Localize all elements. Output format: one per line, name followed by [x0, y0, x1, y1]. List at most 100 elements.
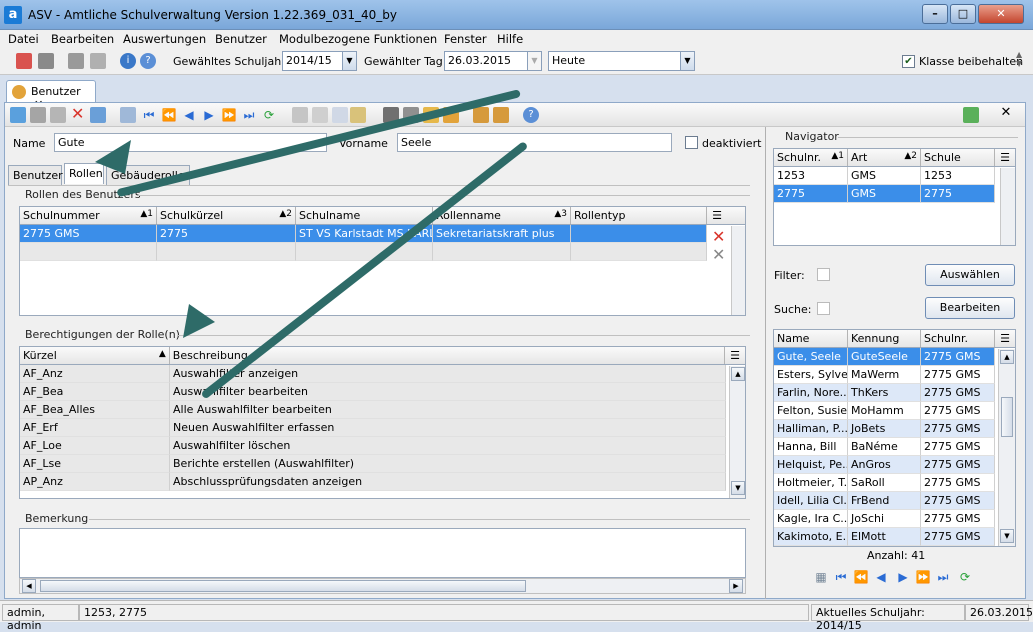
scroll-down-icon[interactable]: ▼ [1000, 529, 1014, 543]
back-icon[interactable]: ◀ [181, 107, 197, 123]
col-schulnr[interactable]: Schulnr. ▲1 [774, 149, 848, 166]
col-schulnr[interactable]: Schulnr. [921, 330, 995, 347]
scroll-up-icon[interactable]: ▲ [1000, 350, 1014, 364]
user-row[interactable]: Idell, Lilia Cl... FrBend 2775 GMS [774, 492, 1015, 510]
scroll-thumb[interactable] [40, 580, 526, 592]
user-row[interactable]: Hanna, Bill BaNéme 2775 GMS [774, 438, 1015, 456]
table-row[interactable]: AF_Lse Berichte erstellen (Auswahlfilter) [20, 455, 745, 473]
user-row[interactable]: Halliman, P... JoBets 2775 GMS [774, 420, 1015, 438]
auswaehlen-button[interactable]: Auswählen [925, 264, 1015, 286]
menu-bearbeiten[interactable]: Bearbeiten [51, 32, 114, 46]
heute-select[interactable]: Heute ▼ [548, 51, 695, 71]
users-scrollbar[interactable]: ▲ ▼ [998, 349, 1015, 546]
column-chooser-icon[interactable]: ☰ [995, 330, 1015, 347]
delete-row-icon[interactable]: ✕ [712, 227, 725, 246]
klasse-checkbox[interactable]: ✔ [902, 55, 915, 68]
reload-icon[interactable] [963, 107, 979, 123]
school-row[interactable]: 2775 GMS 2775 [774, 185, 1015, 203]
menu-datei[interactable]: Datei [8, 32, 39, 46]
last-icon[interactable]: ⏭ [935, 569, 951, 585]
table-row[interactable]: AF_Loe Auswahlfilter löschen [20, 437, 745, 455]
delete-icon[interactable]: ✕ [71, 104, 84, 123]
new-icon[interactable] [10, 107, 26, 123]
table-row[interactable]: AP_Anz Abschlussprüfungsdaten anzeigen [20, 473, 745, 491]
back-arrow-icon[interactable] [292, 107, 308, 123]
col-art[interactable]: Art ▲2 [848, 149, 921, 166]
toolbar-overflow-icon[interactable]: ▲ ▼ [1016, 50, 1026, 72]
berechtigungen-scrollbar[interactable]: ▲ ▼ [729, 366, 745, 498]
fast-back-icon[interactable]: ⏪ [161, 107, 177, 123]
grid-icon[interactable] [90, 53, 106, 69]
table-icon[interactable]: ▦ [813, 569, 829, 585]
menu-auswertungen[interactable]: Auswertungen [123, 32, 206, 46]
col-schulkuerzel[interactable]: Schulkürzel ▲2 [157, 207, 296, 224]
calculator-icon[interactable] [38, 53, 54, 69]
tab-benutzer[interactable]: Benutzer ✕ [6, 80, 96, 111]
table-row[interactable]: 2775 GMS 2775 ST VS Karlstadt MS KARL...… [20, 225, 745, 243]
list-icon[interactable] [90, 107, 106, 123]
tag-date-field[interactable]: 26.03.2015 ▼ [444, 51, 542, 71]
col-rollenname[interactable]: Rollenname ▲3 [433, 207, 571, 224]
col-schule[interactable]: Schule [921, 149, 995, 166]
rollen-scrollbar[interactable] [731, 226, 745, 315]
scroll-left-icon[interactable]: ◀ [22, 579, 36, 593]
maximize-button[interactable]: □ [950, 4, 976, 24]
fast-back-icon[interactable]: ⏪ [853, 569, 869, 585]
col-kuerzel[interactable]: Kürzel ▲ [20, 347, 170, 364]
first-icon[interactable]: ⏮ [141, 107, 157, 123]
scroll-down-icon[interactable]: ▼ [731, 481, 745, 495]
col-rollentyp[interactable]: Rollentyp [571, 207, 707, 224]
help-icon[interactable]: ? [140, 53, 156, 69]
school-row[interactable]: 1253 GMS 1253 [774, 167, 1015, 185]
books-icon[interactable] [16, 53, 32, 69]
user-row[interactable]: Farlin, Nore... ThKers 2775 GMS [774, 384, 1015, 402]
close-panel-icon[interactable]: ✕ [991, 105, 1021, 124]
scroll-up-icon[interactable]: ▲ [731, 367, 745, 381]
copy-doc-icon[interactable] [332, 107, 348, 123]
user-row[interactable]: Helquist, Pe... AnGros 2775 GMS [774, 456, 1015, 474]
col-kennung[interactable]: Kennung [848, 330, 921, 347]
info-icon[interactable]: i [120, 53, 136, 69]
schools-scrollbar[interactable] [1000, 168, 1015, 245]
first-icon[interactable]: ⏮ [833, 569, 849, 585]
bemerkung-textarea[interactable] [19, 528, 746, 578]
paste-icon[interactable] [350, 107, 366, 123]
forward-icon[interactable]: ▶ [201, 107, 217, 123]
cut-icon[interactable] [312, 107, 328, 123]
vorname-field[interactable]: Seele [397, 133, 672, 152]
menu-benutzer[interactable]: Benutzer [215, 32, 267, 46]
table-icon[interactable] [120, 107, 136, 123]
user-row[interactable]: Kakimoto, E... ElMott 2775 GMS [774, 528, 1015, 546]
users-icon[interactable] [473, 107, 489, 123]
suche-checkbox[interactable] [817, 302, 830, 315]
bearbeiten-button[interactable]: Bearbeiten [925, 297, 1015, 319]
filter-checkbox[interactable] [817, 268, 830, 281]
copy-icon[interactable] [68, 53, 84, 69]
menu-hilfe[interactable]: Hilfe [497, 32, 523, 46]
deaktiviert-checkbox[interactable] [685, 136, 698, 149]
close-button[interactable]: ✕ [978, 4, 1024, 24]
last-icon[interactable]: ⏭ [241, 107, 257, 123]
column-chooser-icon[interactable]: ☰ [995, 149, 1015, 166]
table-row[interactable]: AF_Bea_Alles Alle Auswahlfilter bearbeite… [20, 401, 745, 419]
help-icon[interactable]: ? [523, 107, 539, 123]
undo-icon[interactable] [50, 107, 66, 123]
scroll-thumb[interactable] [1001, 397, 1013, 437]
refresh-icon[interactable]: ⟳ [957, 569, 973, 585]
table-row[interactable]: AF_Anz Auswahlfilter anzeigen [20, 365, 745, 383]
table-row[interactable]: AF_Bea Auswahlfilter bearbeiten [20, 383, 745, 401]
user-row[interactable]: Gute, Seele GuteSeele 2775 GMS [774, 348, 1015, 366]
fast-forward-icon[interactable]: ⏩ [915, 569, 931, 585]
save-icon[interactable] [30, 107, 46, 123]
menu-fenster[interactable]: Fenster [444, 32, 487, 46]
table-row[interactable]: AF_Erf Neuen Auswahlfilter erfassen [20, 419, 745, 437]
tab-benutzer-details[interactable]: Benutzer [8, 165, 63, 185]
user-row[interactable]: Holtmeier, T... SaRoll 2775 GMS [774, 474, 1015, 492]
forward-icon[interactable]: ▶ [895, 569, 911, 585]
horizontal-scrollbar[interactable]: ◀ ▶ [19, 578, 746, 594]
menu-modulbezogene-funktionen[interactable]: Modulbezogene Funktionen [279, 32, 437, 46]
col-schulnummer[interactable]: Schulnummer ▲1 [20, 207, 157, 224]
user-row[interactable]: Felton, Susie MoHamm 2775 GMS [774, 402, 1015, 420]
fast-forward-icon[interactable]: ⏩ [221, 107, 237, 123]
scroll-right-icon[interactable]: ▶ [729, 579, 743, 593]
